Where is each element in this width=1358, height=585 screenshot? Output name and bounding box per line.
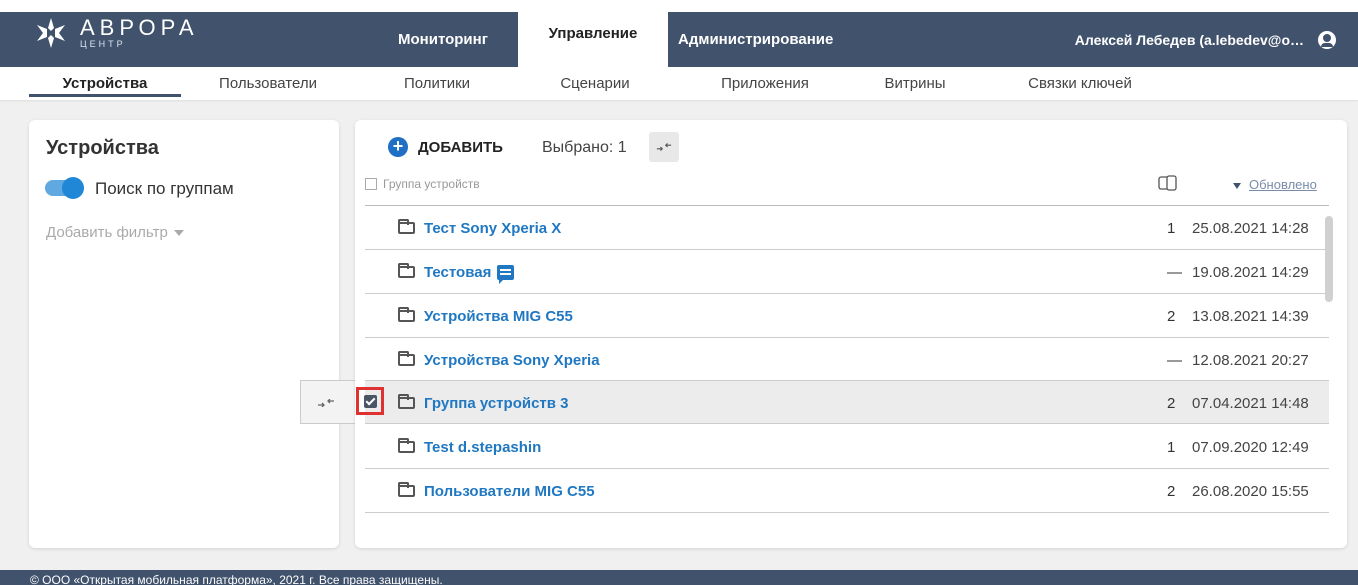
table-row[interactable]: Тестовая — 19.08.2021 14:29: [365, 250, 1329, 294]
tab-management[interactable]: Управление: [518, 0, 668, 67]
column-updated-label: Обновлено: [1249, 177, 1317, 192]
table-row[interactable]: Устройства Sony Xperia — 12.08.2021 20:2…: [365, 338, 1329, 382]
table-row[interactable]: Устройства MIG C55 2 13.08.2021 14:39: [365, 294, 1329, 338]
subtab-applications[interactable]: Приложения: [695, 67, 835, 100]
group-search-label: Поиск по группам: [95, 179, 234, 198]
updated-date: 07.04.2021 14:48: [1192, 394, 1309, 412]
table-row[interactable]: Пользователи MIG C55 2 26.08.2020 15:55: [365, 469, 1329, 513]
subtab-scenarios[interactable]: Сценарии: [530, 67, 660, 100]
group-name[interactable]: Устройства MIG C55: [424, 308, 573, 325]
add-filter-label: Добавить фильтр: [46, 224, 168, 241]
tab-monitoring[interactable]: Мониторинг: [368, 12, 518, 67]
panel-title: Устройства: [46, 137, 159, 159]
caret-down-icon: [173, 230, 184, 237]
row-move-handle[interactable]: [300, 380, 355, 424]
folder-icon: [398, 351, 415, 366]
device-count: 2: [1167, 307, 1176, 325]
groups-panel: + ДОБАВИТЬ Выбрано: 1 Группа устройств О…: [355, 120, 1347, 548]
subtab-policies[interactable]: Политики: [372, 67, 502, 100]
user-account-icon[interactable]: [1318, 30, 1336, 49]
folder-icon: [398, 219, 415, 234]
folder-icon: [398, 394, 415, 409]
folder-icon: [398, 482, 415, 497]
updated-date: 13.08.2021 14:39: [1192, 307, 1309, 325]
table-row-selected[interactable]: Группа устройств 3 2 07.04.2021 14:48: [365, 380, 1329, 424]
device-count: 2: [1167, 394, 1176, 412]
device-count: —: [1167, 263, 1182, 281]
add-button[interactable]: + ДОБАВИТЬ: [388, 137, 503, 157]
updated-date: 12.08.2021 20:27: [1192, 351, 1309, 369]
checkbox-checked[interactable]: [364, 395, 377, 408]
updated-date: 19.08.2021 14:29: [1192, 263, 1309, 281]
group-name[interactable]: Пользователи MIG C55: [424, 483, 595, 500]
subtab-keychains[interactable]: Связки ключей: [1010, 67, 1150, 100]
brand-subtitle: ЦЕНТР: [80, 39, 126, 49]
group-name[interactable]: Устройства Sony Xperia: [424, 352, 600, 369]
device-count: —: [1167, 351, 1182, 369]
subtab-devices[interactable]: Устройства: [29, 67, 181, 100]
move-arrows-icon: [656, 143, 672, 151]
subtab-users[interactable]: Пользователи: [198, 67, 338, 100]
highlighted-row-checkbox[interactable]: [356, 387, 384, 415]
group-search-toggle[interactable]: [45, 177, 84, 199]
device-count: 1: [1167, 438, 1176, 456]
group-name[interactable]: Test d.stepashin: [424, 439, 541, 456]
updated-date: 25.08.2021 14:28: [1192, 219, 1309, 237]
logo[interactable]: АВРОРА ЦЕНТР: [34, 16, 199, 50]
groups-list: Тест Sony Xperia X 1 25.08.2021 14:28 Те…: [355, 206, 1347, 524]
devices-icon: [1158, 175, 1177, 191]
brand-title: АВРОРА: [80, 15, 199, 40]
group-name[interactable]: Тест Sony Xperia X: [424, 220, 561, 237]
main-nav: Мониторинг Управление Администрирование: [368, 0, 833, 67]
move-button[interactable]: [649, 132, 679, 162]
group-name[interactable]: Группа устройств 3: [424, 395, 569, 412]
select-all-checkbox[interactable]: [365, 178, 377, 190]
table-row[interactable]: Тест Sony Xperia X 1 25.08.2021 14:28: [365, 206, 1329, 250]
add-filter-dropdown[interactable]: Добавить фильтр: [46, 224, 184, 241]
column-group-header: Группа устройств: [383, 177, 480, 191]
toggle-knob: [62, 177, 84, 199]
device-count: 2: [1167, 482, 1176, 500]
folder-icon: [398, 438, 415, 453]
footer: © ООО «Открытая мобильная платформа», 20…: [0, 570, 1358, 585]
scrollbar[interactable]: [1325, 216, 1333, 302]
comment-icon[interactable]: [497, 264, 515, 284]
sub-nav: Устройства Пользователи Политики Сценари…: [0, 67, 1358, 100]
folder-icon: [398, 263, 415, 278]
sort-updated-header[interactable]: Обновлено: [1233, 177, 1317, 192]
device-count: 1: [1167, 219, 1176, 237]
subtab-showcases[interactable]: Витрины: [860, 67, 970, 100]
updated-date: 26.08.2020 15:55: [1192, 482, 1309, 500]
filter-panel: Устройства Поиск по группам Добавить фил…: [29, 120, 339, 548]
table-row[interactable]: Test d.stepashin 1 07.09.2020 12:49: [365, 425, 1329, 469]
sort-desc-icon: [1233, 182, 1241, 189]
user-menu[interactable]: Алексей Лебедев (a.lebedev@o…: [1075, 12, 1336, 67]
aurora-logo-icon: [34, 16, 68, 50]
user-name: Алексей Лебедев (a.lebedev@o…: [1074, 31, 1304, 48]
plus-circle-icon: +: [388, 137, 408, 157]
move-arrows-icon: [318, 399, 334, 407]
folder-icon: [398, 307, 415, 322]
selected-count: Выбрано: 1: [542, 139, 627, 156]
group-name[interactable]: Тестовая: [424, 264, 491, 281]
updated-date: 07.09.2020 12:49: [1192, 438, 1309, 456]
tab-administration[interactable]: Администрирование: [668, 12, 833, 67]
add-button-label: ДОБАВИТЬ: [418, 138, 503, 156]
table-header: Группа устройств Обновлено: [365, 175, 1329, 206]
